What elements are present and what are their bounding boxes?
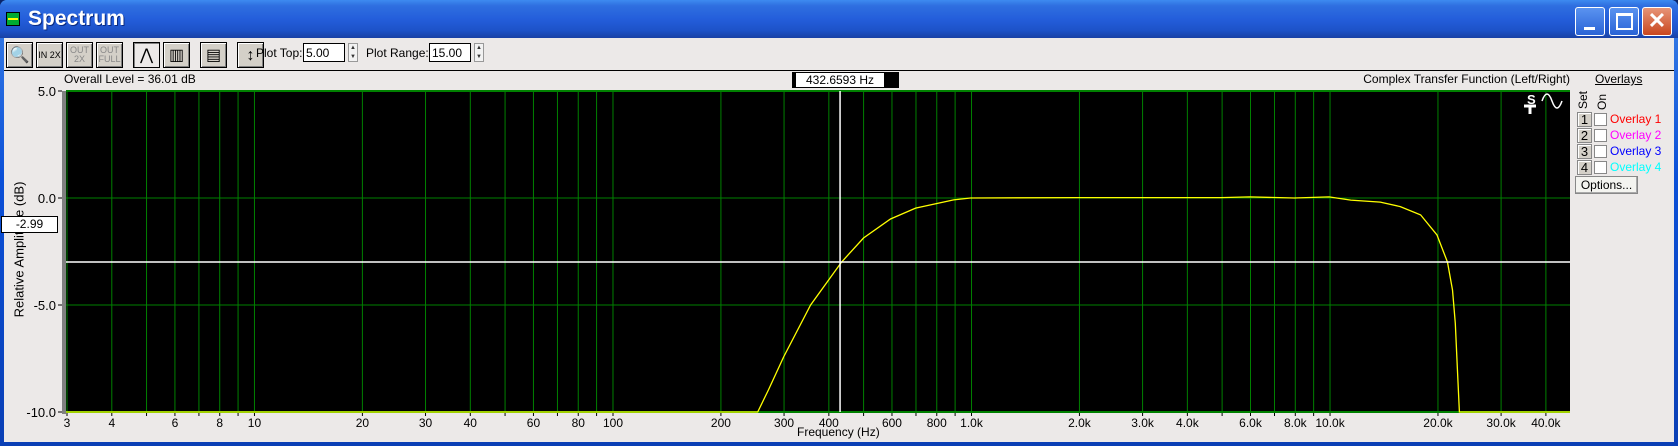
x-tick-label: 10	[248, 416, 262, 430]
x-tick-label: 600	[882, 416, 902, 430]
spectrum-plot[interactable]: 5.0 0.0 -5.0 -10.0 3 4 6 8 10 20 30 40 60 80 100 200 300…	[0, 0, 1678, 446]
x-tick-label: 8.0k	[1284, 416, 1308, 430]
x-tick-label: 30.0k	[1486, 416, 1516, 430]
x-tick-label: 80	[572, 416, 586, 430]
x-tick-label: 20	[356, 416, 370, 430]
x-tick-label: 200	[711, 416, 731, 430]
x-tick-label: 30	[419, 416, 433, 430]
x-tick-label: 10.0k	[1315, 416, 1345, 430]
y-tick-label: 0.0	[38, 191, 56, 206]
y-tick-label: -10.0	[26, 405, 56, 420]
x-tick-label: 20.0k	[1423, 416, 1453, 430]
y-axis-bar	[62, 91, 66, 414]
x-tick-label: 2.0k	[1068, 416, 1092, 430]
x-tick-label: 40	[464, 416, 478, 430]
x-tick-label: 800	[927, 416, 947, 430]
plot-background	[66, 91, 1570, 412]
x-tick-label: 300	[774, 416, 794, 430]
y-tick-label: -5.0	[34, 298, 56, 313]
x-tick-label: 4	[108, 416, 115, 430]
x-tick-label: 1.0k	[960, 416, 984, 430]
x-tick-label: 60	[527, 416, 541, 430]
x-tick-label: 6	[172, 416, 179, 430]
x-tick-label: 8	[216, 416, 223, 430]
x-tick-label: 3	[64, 416, 71, 430]
x-tick-label: 3.0k	[1131, 416, 1155, 430]
y-tick-label: 5.0	[38, 84, 56, 99]
x-tick-label: 6.0k	[1239, 416, 1263, 430]
x-axis-label: Frequency (Hz)	[797, 425, 880, 439]
x-tick-label: 40.0k	[1531, 416, 1561, 430]
x-tick-label: 100	[603, 416, 623, 430]
cursor-amplitude-readout: -2.99	[1, 216, 58, 233]
x-tick-label: 4.0k	[1176, 416, 1200, 430]
